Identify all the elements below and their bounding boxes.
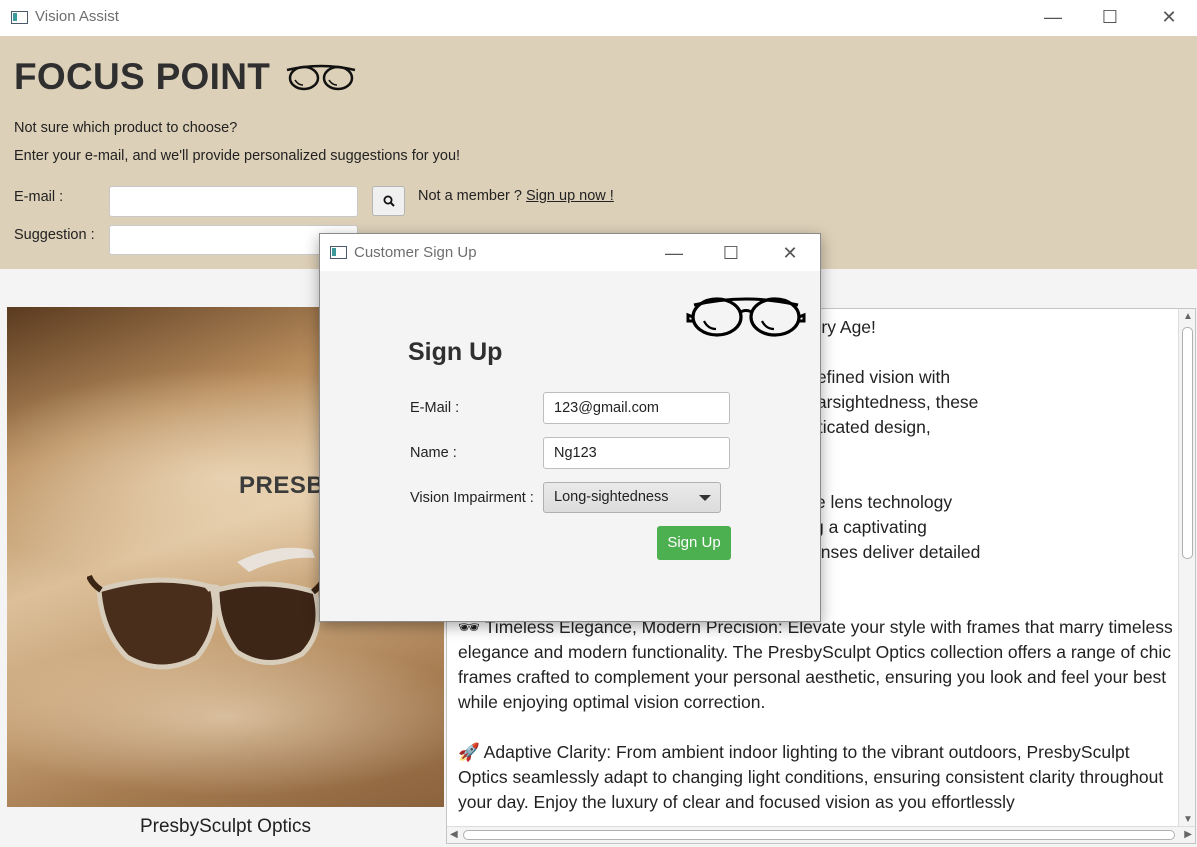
- dialog-email-input[interactable]: 123@gmail.com: [543, 392, 730, 424]
- brand-title: FOCUS POINT: [14, 56, 271, 97]
- dialog-title: Customer Sign Up: [354, 244, 477, 261]
- glasses-icon: [686, 297, 806, 337]
- name-input[interactable]: Ng123: [543, 437, 730, 469]
- horizontal-scrollbar[interactable]: ◀ ▶: [447, 826, 1195, 843]
- vertical-scroll-thumb[interactable]: [1182, 327, 1193, 559]
- maximize-button[interactable]: ☐: [1095, 6, 1125, 28]
- sunglasses-graphic: [87, 547, 330, 670]
- member-prompt: Not a member ? Sign up now !: [418, 188, 614, 204]
- email-label: E-mail :: [14, 189, 64, 205]
- dialog-email-label: E-Mail :: [410, 400, 460, 416]
- main-title-bar: Vision Assist — ☐ ✕: [0, 0, 1197, 36]
- dialog-app-icon: [330, 246, 347, 259]
- intro-question: Not sure which product to choose?: [14, 120, 238, 136]
- signup-link[interactable]: Sign up now !: [526, 188, 614, 204]
- search-button[interactable]: [372, 186, 405, 216]
- member-text: Not a member ?: [418, 188, 522, 204]
- vision-impairment-select[interactable]: Long-sightedness: [543, 482, 721, 513]
- chevron-down-icon: [699, 495, 711, 501]
- dialog-maximize-button[interactable]: ☐: [718, 242, 744, 264]
- suggestion-label: Suggestion :: [14, 227, 95, 243]
- signup-submit-button[interactable]: Sign Up: [657, 526, 731, 560]
- product-caption: PresbySculpt Optics: [139, 816, 312, 837]
- glasses-icon: [286, 64, 356, 91]
- horizontal-scroll-thumb[interactable]: [463, 830, 1175, 840]
- scroll-left-icon[interactable]: ◀: [450, 829, 458, 840]
- scroll-right-icon[interactable]: ▶: [1184, 829, 1192, 840]
- vertical-scrollbar[interactable]: ▲ ▼: [1178, 309, 1195, 827]
- scroll-down-icon[interactable]: ▼: [1183, 814, 1193, 825]
- window-title: Vision Assist: [35, 8, 119, 25]
- search-icon: [383, 195, 395, 207]
- app-icon: [11, 11, 28, 24]
- vision-impairment-value: Long-sightedness: [554, 489, 669, 505]
- vision-impairment-label: Vision Impairment :: [410, 490, 534, 506]
- close-button[interactable]: ✕: [1154, 6, 1184, 28]
- intro-instructions: Enter your e-mail, and we'll provide per…: [14, 148, 461, 164]
- minimize-button[interactable]: —: [1038, 6, 1068, 28]
- dialog-title-bar: Customer Sign Up — ☐ ✕: [320, 234, 820, 271]
- signup-dialog: Customer Sign Up — ☐ ✕ Sign Up E-Mail : …: [319, 233, 821, 622]
- email-input[interactable]: [109, 186, 358, 217]
- name-label: Name :: [410, 445, 457, 461]
- scroll-up-icon[interactable]: ▲: [1183, 311, 1193, 322]
- signup-heading: Sign Up: [408, 338, 503, 366]
- dialog-minimize-button[interactable]: —: [661, 242, 687, 264]
- dialog-close-button[interactable]: ✕: [777, 242, 803, 264]
